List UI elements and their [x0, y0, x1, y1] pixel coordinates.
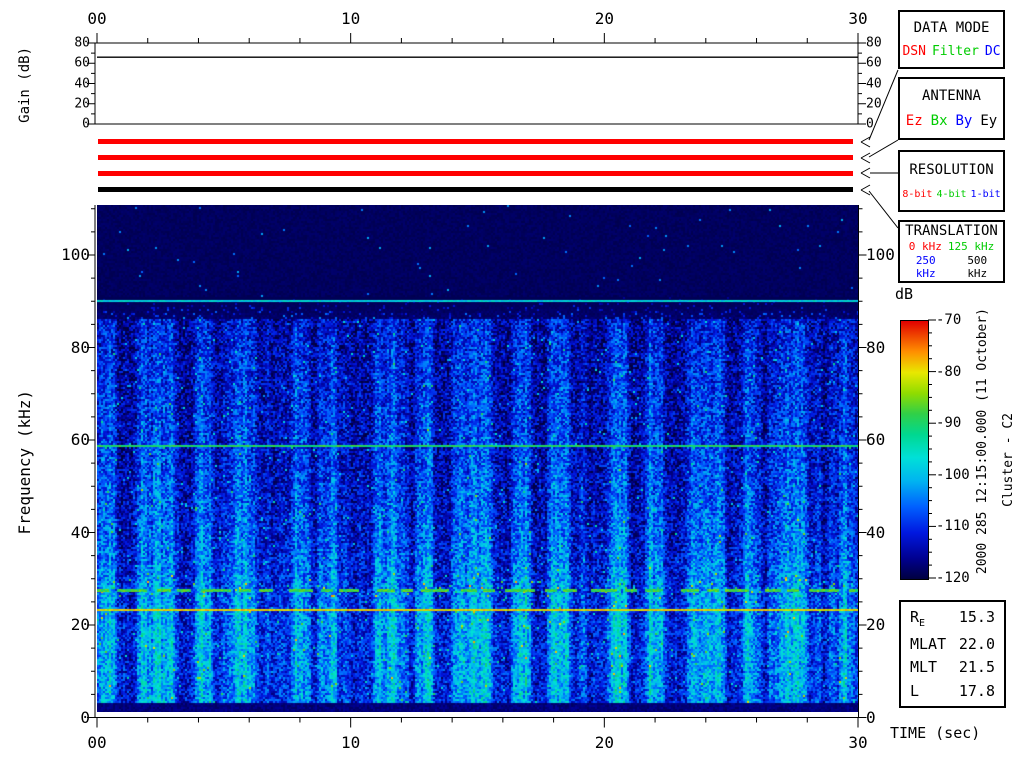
freq-ytick-label-right: 60 — [866, 430, 886, 449]
gain-ytick-label-left: 60 — [74, 55, 90, 71]
callout-arrows — [860, 69, 899, 229]
legend-option: 1-bit — [970, 188, 1001, 200]
legend-box-title: DATA MODE — [913, 20, 990, 36]
gain-ytick-label-right: 60 — [866, 55, 882, 71]
ephemeris-label: MLT — [910, 658, 938, 677]
frequency-axis-title: Frequency (kHz) — [15, 389, 34, 535]
gain-ytick-label-right: 80 — [866, 35, 882, 51]
ephemeris-row: L 17.8 — [901, 682, 1004, 700]
status-bar-antenna — [98, 155, 853, 160]
colorbar-tick-label: -120 — [936, 570, 970, 586]
legend-options-row: 8-bit 4-bit 1-bit — [900, 189, 1003, 200]
ephemeris-label: RE — [910, 607, 926, 629]
legend-box-antenna: ANTENNA Ez Bx By Ey — [898, 77, 1005, 140]
gain-ytick-label-left: 20 — [74, 96, 90, 112]
gain-ytick-label-left: 80 — [74, 35, 90, 51]
gain-ytick-label-left: 40 — [74, 76, 90, 91]
legend-option: 250 kHz — [915, 254, 936, 280]
freq-ytick-label-left: 20 — [70, 615, 90, 634]
legend-box-title: TRANSLATION — [905, 223, 998, 239]
ephemeris-value: 15.3 — [958, 607, 995, 626]
datetime-label: 2000 285 12:15:00.000 (11 October) — [975, 307, 990, 575]
legend-option: Ey — [980, 113, 998, 129]
freq-ytick-label-right: 40 — [866, 522, 886, 542]
colorbar-tick-label: -110 — [936, 518, 970, 535]
colorbar-title: dB — [895, 285, 914, 303]
time-xtick-label: 20 — [594, 733, 614, 752]
spectrogram-axes — [87, 205, 867, 728]
freq-ytick-label-left: 60 — [70, 430, 90, 449]
legend-option: Ez — [905, 113, 923, 129]
ephemeris-row: RE 15.3 — [901, 608, 1004, 629]
legend-options-row: 0 kHz 125 kHz — [900, 240, 1003, 253]
gain-axis-title: Gain (dB) — [17, 47, 33, 123]
legend-box-resolution: RESOLUTION 8-bit 4-bit 1-bit — [898, 150, 1005, 212]
legend-options-row: DSN Filter DC — [900, 44, 1003, 59]
freq-ytick-label-right: 0 — [866, 707, 876, 727]
legend-option: 125 kHz — [947, 240, 995, 253]
legend-option: Bx — [930, 113, 948, 129]
status-bar-resolution — [98, 171, 853, 176]
ephemeris-value: 22.0 — [958, 634, 995, 653]
freq-ytick-label-left: 40 — [70, 522, 90, 542]
colorbar-tick-label: -70 — [936, 312, 962, 328]
legend-options-row: Ez Bx By Ey — [900, 113, 1003, 129]
legend-options-row: 250 kHz 500 kHz — [900, 254, 1003, 280]
legend-option: DSN — [902, 44, 926, 59]
time-xtick-label: 10 — [341, 733, 361, 752]
freq-ytick-label-left: 100 — [61, 245, 90, 264]
freq-ytick-label-right: 100 — [866, 245, 895, 264]
legend-box-data-mode: DATA MODE DSN Filter DC — [898, 10, 1005, 69]
ephemeris-label: L — [910, 682, 920, 701]
ephemeris-panel: RE 15.3 MLAT 22.0 MLT 21.5 L 17.8 — [899, 600, 1006, 708]
time-xtick-label: 00 — [87, 733, 107, 752]
time-xtick-label: 30 — [848, 733, 868, 752]
gain-ytick-label-right: 40 — [866, 76, 882, 91]
ephemeris-label: MLAT — [910, 634, 947, 653]
colorbar-tick-label: -100 — [936, 466, 970, 483]
legend-option: 4-bit — [936, 188, 967, 200]
gain-xtick-label: 10 — [341, 9, 361, 28]
legend-option: 8-bit — [902, 188, 933, 200]
status-bar-data-mode — [98, 139, 853, 144]
colorbar-tick-label: -80 — [936, 363, 962, 380]
legend-option: By — [955, 113, 973, 129]
freq-ytick-label-left: 80 — [70, 337, 90, 357]
gain-xtick-label: 20 — [594, 9, 614, 28]
freq-ytick-label-left: 0 — [80, 707, 90, 727]
legend-box-title: RESOLUTION — [909, 162, 994, 179]
gain-ytick-label-left: 0 — [82, 116, 90, 132]
colorbar-tick-label: -90 — [936, 415, 962, 432]
status-bar-translation — [98, 187, 853, 192]
gain-ytick-label-right: 0 — [866, 116, 874, 132]
legend-box-title: ANTENNA — [921, 88, 981, 104]
gain-axes — [87, 33, 866, 125]
legend-box-translation: TRANSLATION 0 kHz 125 kHz 250 kHz 500 kHz — [898, 220, 1005, 283]
axes-layer — [87, 33, 936, 728]
freq-ytick-label-right: 80 — [866, 337, 886, 357]
colorbar-ticks — [928, 319, 936, 579]
time-units-label: TIME (sec) — [890, 724, 981, 742]
spacecraft-label: Cluster - C2 — [1000, 413, 1016, 507]
freq-ytick-label-right: 20 — [866, 615, 886, 634]
legend-option: 0 kHz — [908, 240, 942, 253]
ephemeris-value: 17.8 — [958, 682, 995, 701]
ephemeris-row: MLAT 22.0 — [901, 635, 1004, 653]
ephemeris-row: MLT 21.5 — [901, 658, 1004, 676]
legend-option: 500 kHz — [967, 254, 988, 280]
gain-xtick-label: 00 — [87, 9, 107, 28]
legend-option: DC — [984, 44, 1001, 59]
gain-xtick-label: 30 — [848, 9, 868, 28]
legend-option: Filter — [931, 44, 979, 59]
ephemeris-value: 21.5 — [958, 658, 995, 677]
colorbar — [900, 320, 929, 580]
gain-ytick-label-right: 20 — [866, 96, 882, 112]
